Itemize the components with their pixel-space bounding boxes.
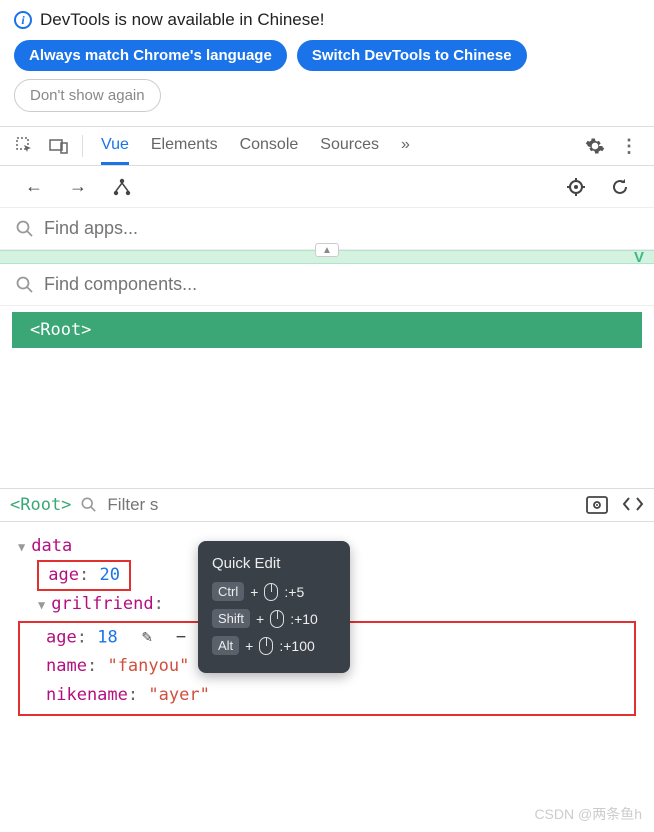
component-tree-icon[interactable] [110,175,134,199]
state-inspector-bar: <Root> [0,488,654,522]
kbd-ctrl: Ctrl [212,582,244,601]
mouse-icon [270,610,284,628]
mouse-icon [259,637,273,655]
infobar-buttons: Always match Chrome's language Switch De… [14,40,640,71]
always-match-language-button[interactable]: Always match Chrome's language [14,40,287,71]
infobar-message: DevTools is now available in Chinese! [40,10,324,30]
mouse-icon [264,583,278,601]
dont-show-again-button[interactable]: Don't show again [14,79,161,112]
quick-edit-tooltip: Quick Edit Ctrl + :+5 Shift + :+10 Alt +… [198,541,350,673]
find-components-row [0,264,654,306]
refresh-icon[interactable] [608,175,632,199]
breadcrumb-root[interactable]: <Root> [10,495,71,515]
tab-sources[interactable]: Sources [320,128,379,165]
vue-nav-bar: ← → [0,166,654,208]
collapse-handle-icon[interactable]: ▲ [315,243,339,257]
collapse-arrow-icon[interactable]: ▼ [38,598,45,612]
watermark-text: CSDN @两条鱼h [534,804,642,824]
tab-elements[interactable]: Elements [151,128,218,165]
app-divider: ▲ V [0,250,654,264]
tooltip-title: Quick Edit [212,555,336,572]
decrement-icon[interactable]: − [172,623,190,652]
info-icon: i [14,11,32,29]
find-apps-input[interactable] [34,218,638,239]
filter-state-input[interactable] [107,495,187,515]
device-toggle-icon[interactable] [48,135,70,157]
tooltip-step: :+5 [284,584,304,600]
tooltip-step: :+10 [290,611,318,627]
tab-console[interactable]: Console [240,128,299,165]
find-components-input[interactable] [34,274,638,295]
highlight-box: age: 20 [38,561,130,590]
infobar-message-row: i DevTools is now available in Chinese! [14,10,640,30]
edit-pencil-icon[interactable]: ✎ [138,623,156,652]
tooltip-row: Ctrl + :+5 [212,582,336,601]
tree-node-gf-nikename[interactable]: nikename: "ayer" [26,681,628,710]
search-icon [16,276,34,294]
inspect-element-icon[interactable] [14,135,36,157]
kbd-shift: Shift [212,609,250,628]
tooltip-row: Alt + :+100 [212,636,336,655]
devtools-main-toolbar: Vue Elements Console Sources » ⋮ [0,126,654,166]
inspect-dom-icon[interactable] [622,496,644,514]
search-icon [16,220,34,238]
kebab-menu-icon[interactable]: ⋮ [618,135,640,157]
infobar: i DevTools is now available in Chinese! … [0,0,654,126]
panel-tabs: Vue Elements Console Sources » [101,128,410,165]
tooltip-row: Shift + :+10 [212,609,336,628]
forward-arrow-icon[interactable]: → [66,175,90,199]
more-tabs-icon[interactable]: » [401,128,410,165]
kbd-alt: Alt [212,636,239,655]
target-icon[interactable] [564,175,588,199]
scroll-to-component-icon[interactable] [586,496,608,514]
tab-vue[interactable]: Vue [101,128,129,165]
vue-version-badge: V [634,249,644,266]
search-icon [81,497,97,513]
settings-gear-icon[interactable] [584,135,606,157]
tooltip-step: :+100 [279,638,314,654]
component-root-selected[interactable]: <Root> [12,312,642,348]
toolbar-divider [82,135,83,157]
collapse-arrow-icon[interactable]: ▼ [18,540,25,554]
switch-to-chinese-button[interactable]: Switch DevTools to Chinese [297,40,527,71]
back-arrow-icon[interactable]: ← [22,175,46,199]
